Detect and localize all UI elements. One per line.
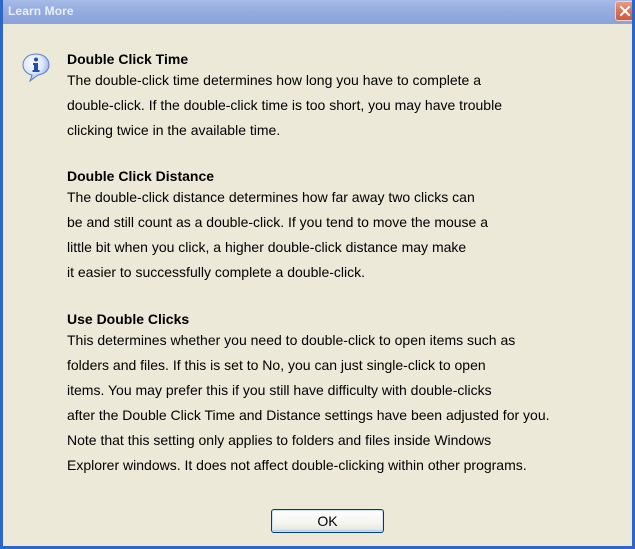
section-heading: Double Click Distance [67, 168, 215, 184]
section-text-line: This determines whether you need to doub… [67, 332, 516, 348]
section-heading: Use Double Clicks [67, 311, 190, 327]
section-text-line: be and still count as a double-click. If… [67, 214, 489, 230]
section-text-line: The double-click time determines how lon… [67, 72, 481, 88]
info-icon [22, 53, 50, 83]
section-text-line: Explorer windows. It does not affect dou… [67, 457, 527, 473]
close-icon [619, 5, 631, 17]
close-button[interactable] [615, 1, 632, 21]
section-heading: Double Click Time [67, 51, 189, 67]
section-text-line: clicking twice in the available time. [67, 122, 281, 138]
window-title: Learn More [8, 4, 74, 18]
section-text-line: items. You may prefer this if you still … [67, 382, 492, 398]
section-text-line: Note that this setting only applies to f… [67, 432, 492, 448]
title-bar[interactable]: Learn More [3, 0, 632, 24]
learn-more-dialog: Learn More Double Click Time The double-… [0, 0, 635, 549]
dialog-content: Double Click Time The double-click time … [3, 24, 632, 546]
ok-button[interactable]: OK [271, 509, 384, 533]
section-double-click-distance: Double Click Distance The double-click d… [67, 167, 488, 285]
section-text-line: it easier to successfully complete a dou… [67, 264, 366, 280]
section-text-line: after the Double Click Time and Distance… [67, 407, 550, 423]
section-text-line: little bit when you click, a higher doub… [67, 239, 467, 255]
section-text-line: The double-click distance determines how… [67, 189, 475, 205]
section-text-line: double-click. If the double-click time i… [67, 97, 502, 113]
section-text-line: folders and files. If this is set to No,… [67, 357, 486, 373]
section-double-click-time: Double Click Time The double-click time … [67, 50, 502, 143]
section-use-double-clicks: Use Double Clicks This determines whethe… [67, 310, 550, 478]
